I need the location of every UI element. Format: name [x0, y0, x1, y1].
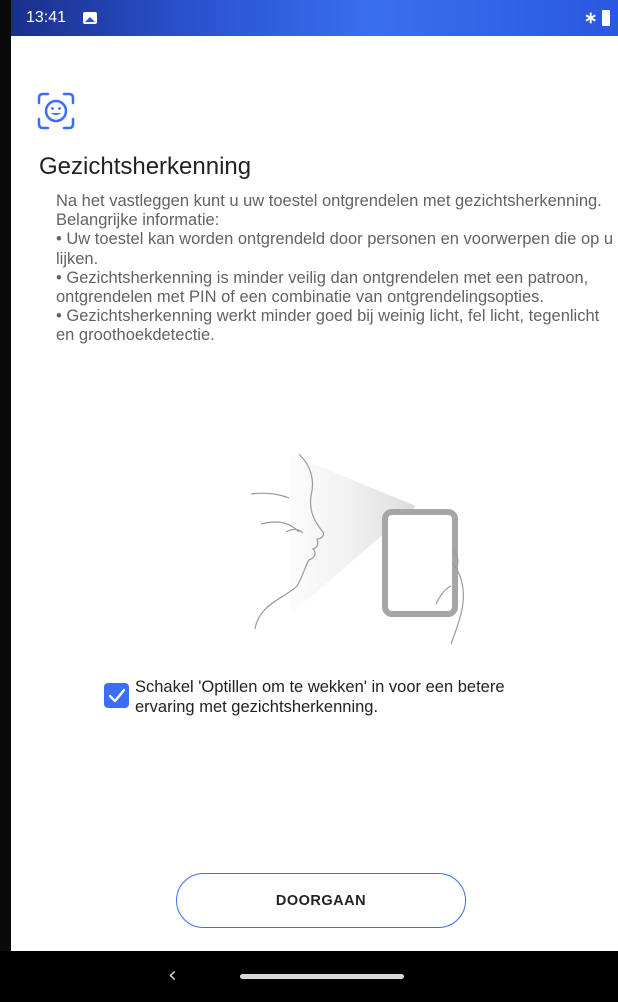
face-recognition-icon [37, 92, 75, 130]
bluetooth-icon: ∗ [584, 10, 598, 27]
face-scan-illustration [250, 454, 464, 644]
raise-to-wake-checkbox[interactable] [104, 683, 129, 708]
main-content: Gezichtsherkenning Na het vastleggen kun… [11, 36, 618, 951]
description: Na het vastleggen kunt u uw toestel ontg… [56, 192, 616, 346]
description-bullet-3: • Gezichtsherkenning werkt minder goed b… [56, 307, 600, 345]
navigation-bar: ‹ [0, 951, 618, 1002]
battery-icon [602, 10, 610, 26]
page-title: Gezichtsherkenning [39, 153, 252, 180]
image-icon [83, 12, 97, 24]
description-intro: Na het vastleggen kunt u uw toestel ontg… [56, 192, 602, 230]
description-bullet-1: • Uw toestel kan worden ontgrendeld door… [56, 230, 614, 268]
continue-button[interactable]: DOORGAAN [176, 873, 466, 928]
side-strip [0, 0, 11, 1002]
status-time: 13:41 [26, 9, 67, 26]
home-handle[interactable] [240, 974, 404, 979]
status-bar: 13:41 ∗ [11, 0, 618, 36]
description-bullet-2: • Gezichtsherkenning is minder veilig da… [56, 268, 589, 307]
checkmark-icon [108, 688, 126, 703]
back-icon[interactable]: ‹ [168, 963, 177, 988]
raise-to-wake-label: Schakel 'Optillen om te wekken' in voor … [135, 678, 505, 716]
